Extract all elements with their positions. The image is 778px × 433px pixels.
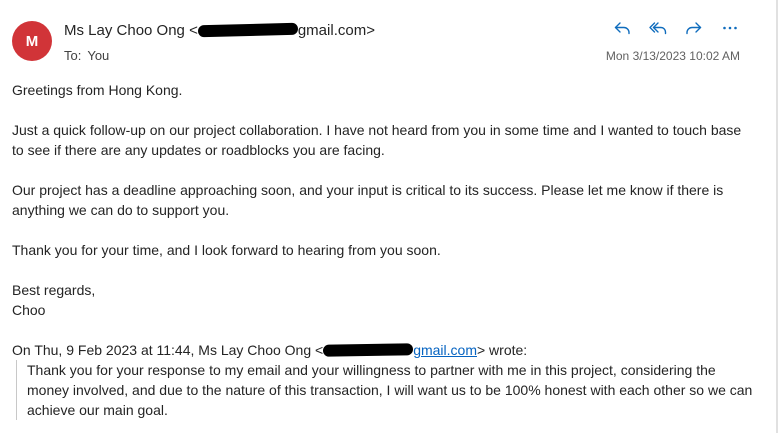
forward-icon [686,22,702,35]
reply-all-icon [649,22,667,35]
paragraph-followup: Just a quick follow-up on our project co… [12,122,742,158]
sender-email-open: < [189,22,198,39]
more-actions-button[interactable] [718,16,742,40]
greeting: Greetings from Hong Kong. [12,82,183,98]
quoted-message: Thank you for your response to my email … [16,360,757,420]
quoted-header: On Thu, 9 Feb 2023 at 11:44, Ms Lay Choo… [12,340,752,360]
signoff: Best regards, Choo [12,280,752,320]
quoted-header-prefix: On Thu, 9 Feb 2023 at 11:44, Ms Lay Choo… [12,342,324,358]
to-recipient[interactable]: You [87,48,109,63]
reply-icon [614,22,630,35]
sender-line: Ms Lay Choo Ong < gmail.com> [64,22,375,39]
reply-button[interactable] [610,16,634,40]
redaction-mark [323,343,414,358]
quoted-email-link[interactable]: gmail.com [413,342,477,358]
forward-button[interactable] [682,16,706,40]
message-toolbar [610,16,742,40]
sender-name[interactable]: Ms Lay Choo Ong [64,22,185,39]
paragraph-deadline: Our project has a deadline approaching s… [12,182,724,218]
redaction-mark [197,22,298,38]
more-icon [723,26,737,30]
paragraph-thanks: Thank you for your time, and I look forw… [12,242,441,258]
message-body: Greetings from Hong Kong. Just a quick f… [12,80,752,420]
signature-name: Choo [12,302,46,318]
recipient-line: To: You [64,48,109,63]
timestamp: Mon 3/13/2023 10:02 AM [605,49,740,63]
quoted-text: Thank you for your response to my email … [27,362,753,418]
reply-all-button[interactable] [646,16,670,40]
signoff-line: Best regards, [12,282,96,298]
to-label: To: [64,48,82,63]
quoted-header-suffix: > wrote: [476,342,528,358]
sender-email-domain: gmail.com> [297,22,375,39]
avatar[interactable]: M [12,21,52,61]
